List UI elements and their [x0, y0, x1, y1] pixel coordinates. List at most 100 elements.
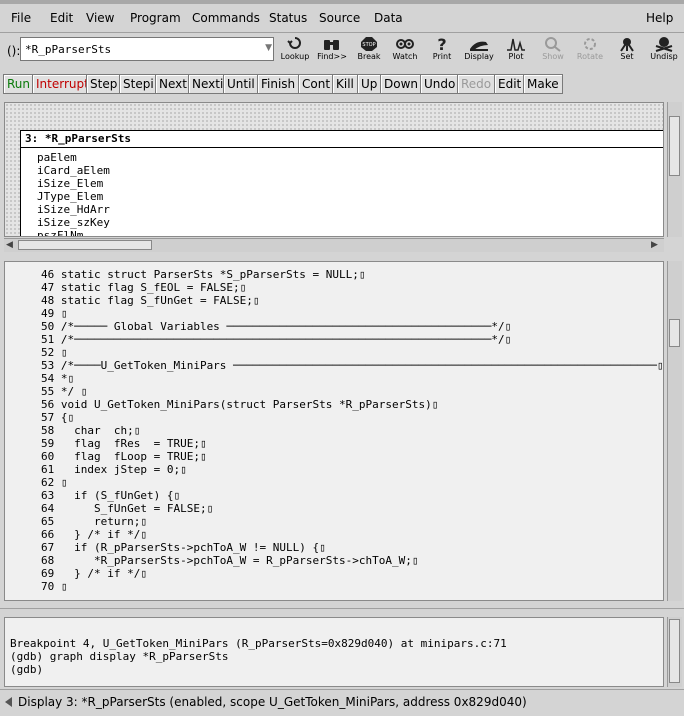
source-line[interactable]: 63 if (S_fUnGet) {▯ — [41, 489, 180, 502]
data-horizontal-scrollbar[interactable]: ◀ ▶ — [4, 238, 664, 252]
undisp-button[interactable]: Undisp — [645, 36, 683, 70]
gdb-console-text[interactable]: Breakpoint 4, U_GetToken_MiniPars (R_pPa… — [4, 617, 664, 687]
binoculars-icon — [324, 40, 339, 50]
source-line[interactable]: 47 static flag S_fEOL = FALSE;▯ — [41, 281, 246, 294]
console-line: Breakpoint 4, U_GetToken_MiniPars (R_pPa… — [10, 637, 507, 650]
source-window: 46 static struct ParserSts *S_pParserSts… — [0, 255, 684, 608]
source-line[interactable]: 65 return;▯ — [41, 515, 147, 528]
stepi-button[interactable]: Stepi — [119, 74, 158, 94]
menu-file[interactable]: File — [11, 11, 31, 25]
source-line[interactable]: 56 void U_GetToken_MiniPars(struct Parse… — [41, 398, 438, 411]
watch-button[interactable]: Watch — [386, 36, 424, 70]
console-line: (gdb) graph display *R_pParserSts — [10, 650, 229, 663]
source-line[interactable]: 57 {▯ — [41, 411, 74, 424]
display-node[interactable]: 3: *R_pParserSts paElem iCard_aElem iSiz… — [20, 130, 663, 236]
break-button[interactable]: STOP Break — [350, 36, 388, 70]
print-button[interactable]: ? Print — [423, 36, 461, 70]
argument-label: (): — [7, 44, 21, 58]
down-button[interactable]: Down — [380, 74, 423, 94]
source-text[interactable]: 46 static struct ParserSts *S_pParserSts… — [4, 261, 664, 601]
find-button[interactable]: Find>> — [313, 36, 351, 70]
menu-data[interactable]: Data — [374, 11, 403, 25]
console-vscroll-thumb[interactable] — [669, 619, 680, 683]
display-member[interactable]: JType_Elem — [21, 190, 663, 203]
until-button[interactable]: Until — [223, 74, 259, 94]
console-vertical-scrollbar[interactable] — [667, 617, 682, 687]
undo-button[interactable]: Undo — [420, 74, 460, 94]
nexti-button[interactable]: Nexti — [188, 74, 228, 94]
source-line[interactable]: 62 ▯ — [41, 476, 68, 489]
source-line[interactable]: 67 if (R_pParserSts->pchToA_W != NULL) {… — [41, 541, 326, 554]
menu-view[interactable]: View — [86, 11, 114, 25]
menu-edit[interactable]: Edit — [50, 11, 73, 25]
menu-commands[interactable]: Commands — [192, 11, 260, 25]
plot-button[interactable]: Plot — [497, 36, 535, 70]
interrupt-button[interactable]: Interrupt — [32, 74, 93, 94]
step-button[interactable]: Step — [86, 74, 122, 94]
data-vscroll-thumb[interactable] — [669, 116, 680, 176]
source-line[interactable]: 66 } /* if */▯ — [41, 528, 147, 541]
argument-field[interactable]: ▼ — [20, 37, 274, 61]
display-member[interactable]: iSize_szKey — [21, 216, 663, 229]
finish-button[interactable]: Finish — [257, 74, 300, 94]
display-member[interactable]: paElem — [21, 151, 663, 164]
make-button[interactable]: Make — [523, 74, 563, 94]
source-vscroll-thumb[interactable] — [669, 319, 680, 347]
source-line[interactable]: 53 /*────U_GetToken_MiniPars ───────────… — [41, 359, 663, 372]
source-line[interactable]: 68 *R_pParserSts->pchToA_W = R_pParserSt… — [41, 554, 419, 567]
data-hscroll-thumb[interactable] — [18, 240, 152, 250]
source-line[interactable]: 49 ▯ — [41, 307, 68, 320]
display-member[interactable]: iSize_HdArr — [21, 203, 663, 216]
display-hand-icon — [470, 41, 488, 51]
kill-button[interactable]: Kill — [332, 74, 358, 94]
show-button[interactable]: Show — [534, 36, 572, 70]
source-line[interactable]: 59 flag fRes = TRUE;▯ — [41, 437, 207, 450]
scroll-right-arrow-icon[interactable]: ▶ — [651, 239, 658, 251]
cont-button[interactable]: Cont — [298, 74, 335, 94]
edit-button[interactable]: Edit — [494, 74, 526, 94]
argument-history-dropdown[interactable]: ▼ — [265, 43, 272, 53]
source-vertical-scrollbar[interactable] — [667, 261, 682, 601]
undisplay-skull-icon — [655, 37, 673, 52]
status-text: Display 3: *R_pParserSts (enabled, scope… — [18, 695, 527, 709]
source-line[interactable]: 48 static flag S_fUnGet = FALSE;▯ — [41, 294, 260, 307]
console-line: (gdb) — [10, 663, 50, 676]
display-title[interactable]: 3: *R_pParserSts — [21, 131, 663, 148]
menu-program[interactable]: Program — [130, 11, 181, 25]
source-line[interactable]: 69 } /* if */▯ — [41, 567, 147, 580]
display-member[interactable]: pszFlNm — [21, 229, 663, 236]
redo-button[interactable]: Redo — [457, 74, 496, 94]
rotate-button[interactable]: Rotate — [571, 36, 609, 70]
up-button[interactable]: Up — [357, 74, 382, 94]
data-vertical-scrollbar[interactable] — [667, 102, 682, 237]
source-line[interactable]: 55 */ ▯ — [41, 385, 87, 398]
argument-input[interactable] — [25, 41, 263, 57]
source-line[interactable]: 46 static struct ParserSts *S_pParserSts… — [41, 268, 366, 281]
next-button[interactable]: Next — [155, 74, 191, 94]
source-line[interactable]: 61 index jStep = 0;▯ — [41, 463, 187, 476]
display-member[interactable]: iCard_aElem — [21, 164, 663, 177]
display-member[interactable]: iSize_Elem — [21, 177, 663, 190]
menu-status[interactable]: Status — [269, 11, 307, 25]
run-button[interactable]: Run — [3, 74, 35, 94]
menu-source[interactable]: Source — [319, 11, 360, 25]
rotate-icon — [584, 38, 596, 50]
source-line[interactable]: 52 ▯ — [41, 346, 68, 359]
menu-help[interactable]: Help — [646, 11, 673, 25]
source-line[interactable]: 70 ▯ — [41, 580, 68, 593]
menu-bar: File Edit View Program Commands Status S… — [0, 4, 684, 33]
scroll-left-arrow-icon[interactable]: ◀ — [6, 239, 13, 251]
source-line[interactable]: 58 char ch;▯ — [41, 424, 140, 437]
source-line[interactable]: 54 *▯ — [41, 372, 74, 385]
stop-sign-icon: STOP — [361, 37, 377, 51]
set-button[interactable]: Set — [608, 36, 646, 70]
source-line[interactable]: 64 S_fUnGet = FALSE;▯ — [41, 502, 213, 515]
show-magnifier-icon — [545, 37, 561, 52]
lookup-button[interactable]: Lookup — [276, 36, 314, 70]
source-line[interactable]: 51 /*───────────────────────────────────… — [41, 333, 511, 346]
set-icon — [620, 38, 634, 52]
display-button[interactable]: Display — [460, 36, 498, 70]
source-line[interactable]: 50 /*───── Global Variables ────────────… — [41, 320, 511, 333]
data-canvas[interactable]: 3: *R_pParserSts paElem iCard_aElem iSiz… — [4, 102, 664, 237]
source-line[interactable]: 60 flag fLoop = TRUE;▯ — [41, 450, 207, 463]
